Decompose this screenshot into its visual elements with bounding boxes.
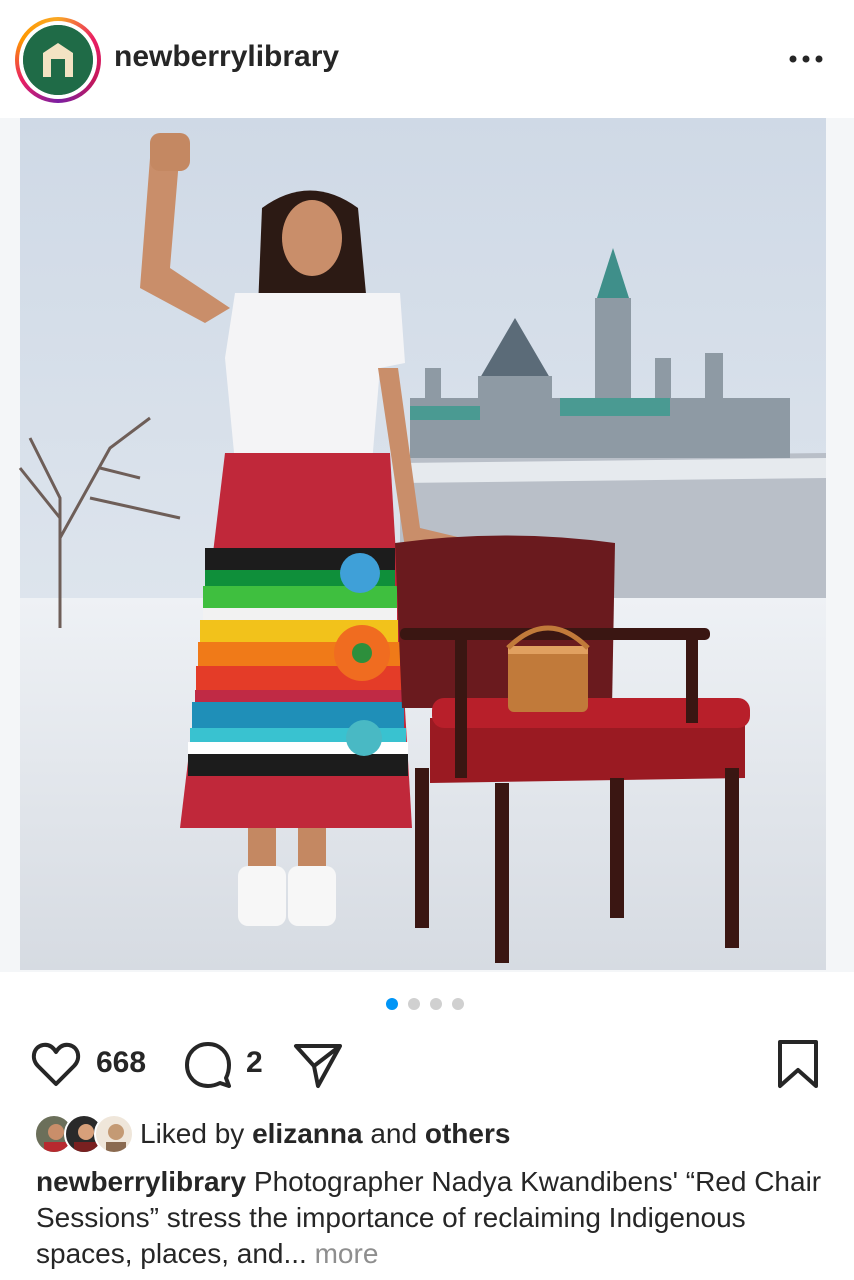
liked-by-conjunction: and [362, 1118, 425, 1149]
profile-avatar[interactable] [15, 17, 101, 103]
bookmark-icon[interactable] [774, 1038, 822, 1090]
like-count[interactable]: 668 [96, 1046, 146, 1080]
carousel-dot-active [386, 998, 398, 1010]
caption-username[interactable]: newberrylibrary [36, 1166, 246, 1197]
liked-by-prefix: Liked by [140, 1118, 253, 1149]
newberry-logo-icon [23, 25, 93, 95]
liked-by-user[interactable]: elizanna [252, 1118, 362, 1149]
carousel-dot [452, 998, 464, 1010]
liked-by-others[interactable]: others [425, 1118, 511, 1149]
more-horizontal-icon[interactable] [786, 44, 826, 74]
post-caption: newberrylibrary Photographer Nadya Kwand… [36, 1164, 826, 1272]
send-icon[interactable] [292, 1038, 344, 1090]
liked-by-row[interactable]: Liked by elizanna and others [34, 1112, 834, 1156]
liked-by-text: Liked by elizanna and others [140, 1118, 510, 1150]
liked-by-avatars [34, 1114, 134, 1154]
carousel-dot [430, 998, 442, 1010]
carousel-dot [408, 998, 420, 1010]
heart-icon[interactable] [30, 1038, 82, 1090]
comment-icon[interactable] [182, 1038, 234, 1090]
action-bar: 668 2 [0, 1034, 854, 1094]
post-username[interactable]: newberrylibrary [114, 40, 339, 74]
caption-more-link[interactable]: more [307, 1238, 379, 1269]
carousel-indicator [386, 996, 468, 1012]
post-photo[interactable] [0, 118, 854, 972]
post-header: newberrylibrary [0, 0, 854, 118]
avatar [94, 1114, 134, 1154]
comment-count[interactable]: 2 [246, 1046, 263, 1080]
